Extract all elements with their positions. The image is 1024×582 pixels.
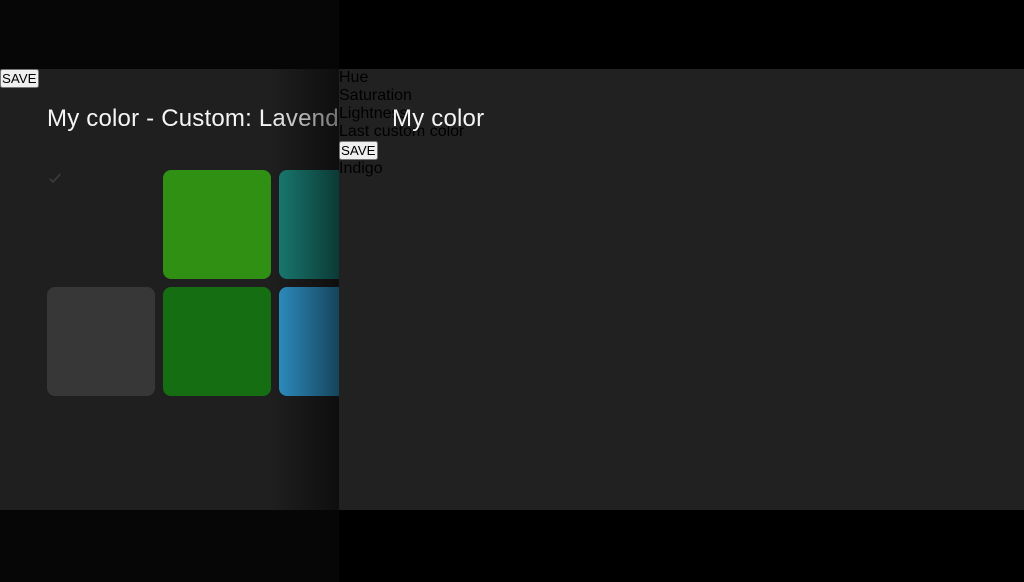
selected-corner [47,170,155,191]
swatch-dark-gray[interactable] [47,287,155,396]
custom-color-panel: My color Hue Saturation Lightness Last c… [339,69,1024,510]
hue-label: Hue [339,69,1024,87]
left-panel-title: My color - Custom: Lavender [47,105,339,133]
color-grid-panel: My color - Custom: Lavender SAVE [0,69,339,510]
saturation-slider-row[interactable]: Saturation [339,87,1024,105]
swatch-blue[interactable] [279,287,339,396]
save-button-right[interactable]: SAVE [339,141,378,160]
screen: My color - Custom: Lavender SAVE My colo… [0,0,1024,582]
color-preview-name: Indigo [339,160,1024,178]
check-icon [47,170,63,186]
hue-slider-row[interactable]: Hue [339,69,1024,87]
save-button-left[interactable]: SAVE [0,69,39,88]
swatch-dark-green[interactable] [163,287,271,396]
swatch-teal[interactable] [279,170,339,279]
swatch-custom-color-wheel[interactable] [47,170,155,279]
saturation-label: Saturation [339,87,1024,105]
swatch-green[interactable] [163,170,271,279]
right-panel-title: My color [392,105,484,133]
